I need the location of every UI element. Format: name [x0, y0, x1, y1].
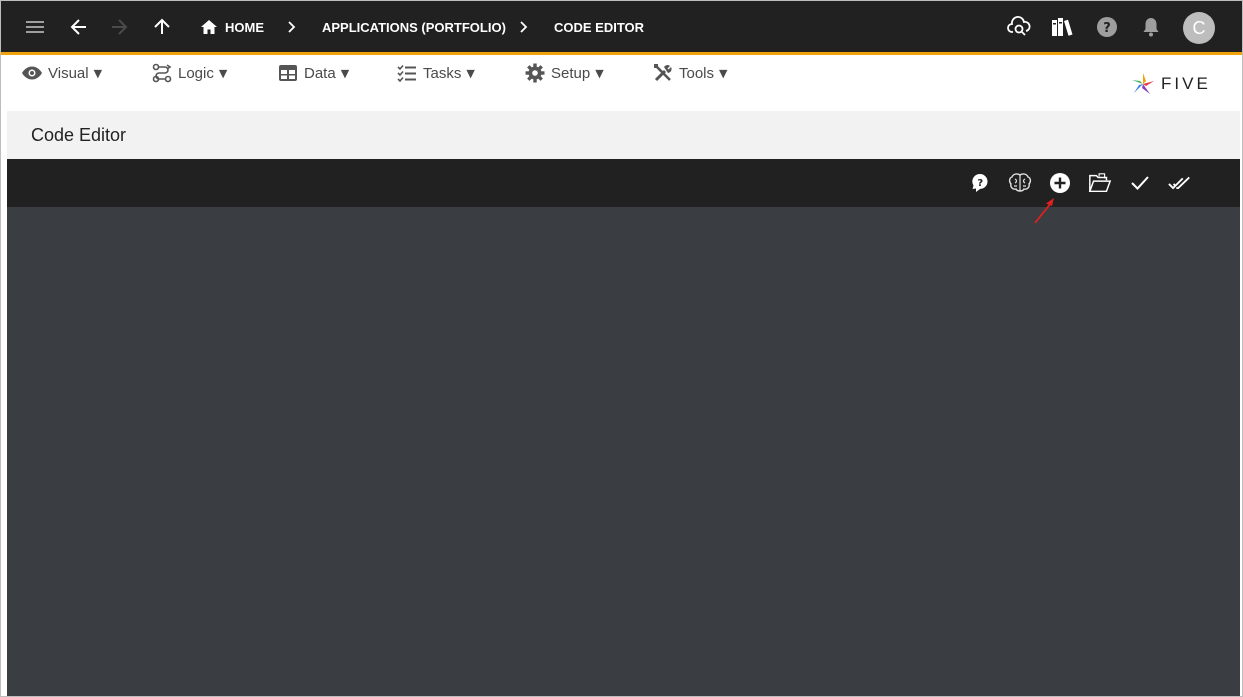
home-icon[interactable]: [197, 15, 221, 39]
caret-down-icon: ▼: [218, 66, 228, 80]
up-arrow-icon[interactable]: [150, 15, 174, 39]
menu-icon[interactable]: [23, 15, 47, 39]
menu-bar: Visual ▼ Logic ▼ Data ▼ Tasks ▼ Setup ▼ …: [1, 55, 1242, 111]
cloud-search-icon[interactable]: [1007, 15, 1031, 39]
menu-logic-label: Logic: [178, 64, 214, 82]
avatar[interactable]: C: [1183, 12, 1215, 44]
annotation-arrow-icon: [1034, 198, 1054, 224]
caret-down-icon: ▼: [340, 66, 350, 80]
five-logo: FIVE: [1131, 71, 1221, 97]
menu-visual-label: Visual: [48, 64, 89, 82]
logo-text: FIVE: [1161, 74, 1211, 93]
menu-tools-label: Tools: [679, 64, 715, 82]
menu-data[interactable]: Data ▼: [277, 63, 349, 83]
menu-setup-label: Setup: [551, 64, 591, 82]
eye-icon: [21, 63, 43, 83]
svg-text:?: ?: [1103, 21, 1111, 36]
menu-tasks-label: Tasks: [423, 64, 462, 82]
top-bar: HOME APPLICATIONS (PORTFOLIO) CODE EDITO…: [1, 1, 1242, 53]
check-icon[interactable]: [1128, 171, 1152, 195]
bell-icon[interactable]: [1139, 15, 1163, 39]
back-arrow-icon[interactable]: [67, 15, 91, 39]
five-logo-mark-icon: [1132, 73, 1154, 94]
menu-visual[interactable]: Visual ▼: [21, 63, 102, 83]
menu-logic[interactable]: Logic ▼: [151, 63, 227, 83]
caret-down-icon: ▼: [93, 66, 103, 80]
page-title: Code Editor: [31, 125, 127, 145]
menu-data-label: Data: [304, 64, 336, 82]
help-icon[interactable]: ?: [1095, 15, 1119, 39]
double-check-icon[interactable]: [1168, 171, 1192, 195]
add-circle-icon[interactable]: [1048, 171, 1072, 195]
library-icon[interactable]: [1050, 15, 1074, 39]
chevron-right-icon: [516, 17, 532, 37]
tools-icon: [652, 63, 674, 83]
menu-tasks[interactable]: Tasks ▼: [396, 63, 475, 83]
caret-down-icon: ▼: [595, 66, 604, 80]
open-folder-icon[interactable]: [1088, 171, 1112, 195]
gear-icon: [524, 63, 546, 83]
help-bubble-icon[interactable]: ?: [968, 171, 992, 195]
forward-arrow-icon[interactable]: [107, 15, 131, 39]
caret-down-icon: ▼: [466, 66, 475, 80]
menu-tools[interactable]: Tools ▼: [652, 63, 728, 83]
table-icon: [277, 63, 299, 83]
logic-icon: [151, 63, 173, 83]
brain-icon[interactable]: [1008, 171, 1032, 195]
svg-text:?: ?: [977, 178, 983, 189]
breadcrumb-applications[interactable]: APPLICATIONS (PORTFOLIO): [322, 19, 506, 37]
breadcrumb-home[interactable]: HOME: [225, 19, 264, 37]
page-header: Code Editor: [7, 111, 1240, 159]
chevron-right-icon: [284, 17, 300, 37]
checklist-icon: [396, 63, 418, 83]
caret-down-icon: ▼: [719, 66, 728, 80]
breadcrumb-code-editor[interactable]: CODE EDITOR: [554, 19, 644, 37]
menu-setup[interactable]: Setup ▼: [524, 63, 604, 83]
code-editor-area[interactable]: [7, 207, 1240, 696]
app-window: HOME APPLICATIONS (PORTFOLIO) CODE EDITO…: [0, 0, 1243, 697]
